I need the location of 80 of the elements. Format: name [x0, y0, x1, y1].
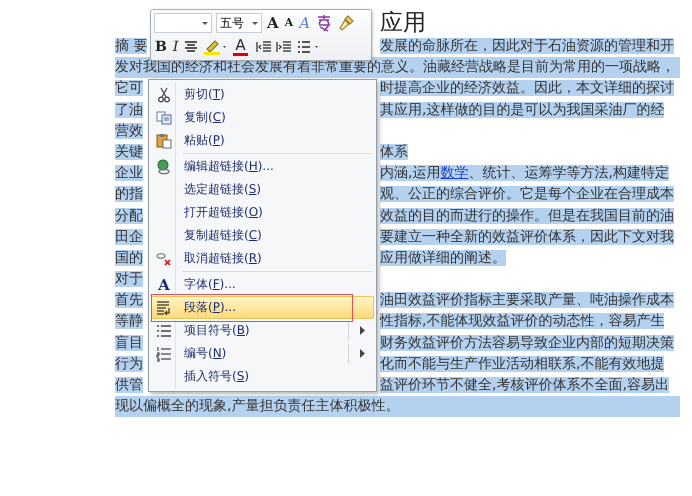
menu-item-label: 复制超链接(C) — [184, 227, 262, 244]
menu-item-label: 打开超链接(O) — [184, 204, 263, 221]
shrink-font-button[interactable]: A — [284, 14, 294, 32]
paragraph-text: 行为 — [115, 356, 143, 372]
menu-item[interactable]: 打开超链接(O) — [151, 201, 374, 224]
paragraph-text: 应用做详细的阐述。 — [380, 250, 506, 266]
paragraph-text: 其应用,这样做的目的是可以为我国采油厂的经 — [380, 102, 664, 118]
paragraph-text: 观、公正的综合评价。它是每个企业在合理成本 — [380, 186, 674, 202]
paragraph-icon — [156, 300, 172, 316]
menu-item-label: 选定超链接(S) — [184, 181, 261, 198]
paragraph-text: 体系 — [380, 144, 408, 160]
paragraph-text: 关键 — [115, 144, 143, 160]
menu-item-label: 剪切(T) — [184, 86, 225, 103]
unlink-icon — [156, 250, 172, 266]
paragraph-text: 了油 — [115, 102, 143, 118]
menu-item[interactable]: 段落(P)... — [151, 296, 374, 319]
font-color-button[interactable]: A — [233, 38, 248, 56]
paragraph-text: 分配 — [115, 208, 143, 224]
paragraph-text: 化而不能与生产作业活动相联系,不能有效地提 — [380, 356, 664, 372]
menu-item[interactable]: 项目符号(B) — [151, 319, 374, 342]
font-size-dropdown[interactable]: 五号 — [216, 13, 262, 33]
paragraph-text: 性指标,不能体现效益评价的动态性，容易产生 — [380, 313, 664, 330]
italic-button[interactable]: I — [172, 38, 180, 56]
menu-item-label: 编辑超链接(H)... — [184, 158, 274, 175]
menu-item[interactable]: 复制超链接(C) — [151, 224, 374, 247]
menu-item-label: 取消超链接(R) — [184, 250, 262, 267]
paragraph-text: 内涵,运用数学、统计、运筹学等方法,构建特定 — [380, 165, 669, 182]
submenu-arrow-icon — [359, 326, 365, 335]
paragraph-text: 营效 — [115, 122, 143, 139]
paragraph-text: 的指 — [115, 186, 143, 202]
submenu-arrow-icon — [359, 349, 365, 358]
menu-item-label: 复制(C) — [184, 109, 226, 126]
bullet-list-icon — [156, 322, 172, 338]
menu-item-label: 插入符号(S) — [184, 368, 249, 385]
menu-item[interactable]: 插入符号(S) — [151, 365, 374, 388]
paragraph-text: 对于 — [115, 271, 143, 288]
paragraph-text: 摘 要 — [115, 38, 148, 54]
clipboard-icon — [156, 132, 172, 148]
paragraph-text: 发展的命脉所在，因此对于石油资源的管理和开 — [380, 38, 674, 54]
paragraph-text: 油田效益评价指标主要采取产量、吨油操作成本 — [380, 292, 674, 308]
menu-item[interactable]: 复制(C) — [151, 106, 374, 129]
paragraph-text: 要建立一种全新的效益评价体系，因此下文对我 — [380, 228, 674, 245]
decrease-indent-icon[interactable] — [256, 39, 272, 55]
paragraph-text: 它可 — [115, 80, 143, 96]
globe-link-icon — [156, 158, 172, 174]
numbered-list-icon — [156, 346, 172, 362]
menu-item-label: 字体(F)... — [184, 276, 236, 293]
menu-item[interactable]: 编辑超链接(H)... — [151, 155, 374, 178]
paragraph-text: 首先 — [115, 292, 143, 308]
format-painter-icon[interactable] — [337, 14, 356, 32]
paragraph-text: 效益的目的而进行的操作。但是在我国目前的油 — [380, 208, 674, 224]
menu-item[interactable]: A 字体(F)... — [151, 273, 374, 296]
menu-item-label: 段落(P)... — [184, 299, 236, 316]
menu-item[interactable]: 剪切(T) — [151, 83, 374, 106]
paragraph-text: 益评价环节不健全,考核评价体系不全面,容易出 — [380, 377, 669, 393]
paragraph-text: 企业 — [115, 165, 143, 182]
paragraph-text: 供管 — [115, 377, 143, 393]
menu-item-label: 编号(N) — [184, 345, 226, 362]
menu-item-label: 项目符号(B) — [184, 322, 250, 339]
copy-icon — [156, 110, 172, 126]
paragraph-text: 现以偏概全的现象,产量担负责任主体积极性。 — [115, 396, 680, 418]
grow-font-button[interactable]: A — [266, 14, 280, 32]
paragraph-text: 等静 — [115, 313, 143, 330]
document-title: 应用 — [380, 8, 426, 38]
paragraph-text: 财务效益评价方法容易导致企业内部的短期决策 — [380, 334, 674, 351]
paragraph-text: 田企 — [115, 228, 143, 245]
hyperlink[interactable]: 数学 — [440, 165, 468, 182]
menu-item[interactable]: 编号(N) — [151, 342, 374, 365]
menu-item[interactable]: 选定超链接(S) — [151, 178, 374, 201]
font-icon: A — [158, 276, 170, 294]
scissors-icon — [156, 86, 172, 102]
menu-item[interactable]: 粘贴(P) — [151, 129, 374, 152]
menu-item[interactable]: 取消超链接(R) — [151, 247, 374, 270]
paragraph-text: 国的 — [115, 250, 143, 266]
increase-indent-icon[interactable] — [276, 39, 292, 55]
styles-button[interactable]: A — [298, 14, 312, 32]
menu-item-label: 粘贴(P) — [184, 132, 225, 149]
bold-button[interactable]: B — [154, 38, 168, 56]
paragraph-text: 盲目 — [115, 334, 143, 351]
paragraph-text: 时提高企业的经济效益。因此，本文详细的探讨 — [380, 80, 674, 96]
